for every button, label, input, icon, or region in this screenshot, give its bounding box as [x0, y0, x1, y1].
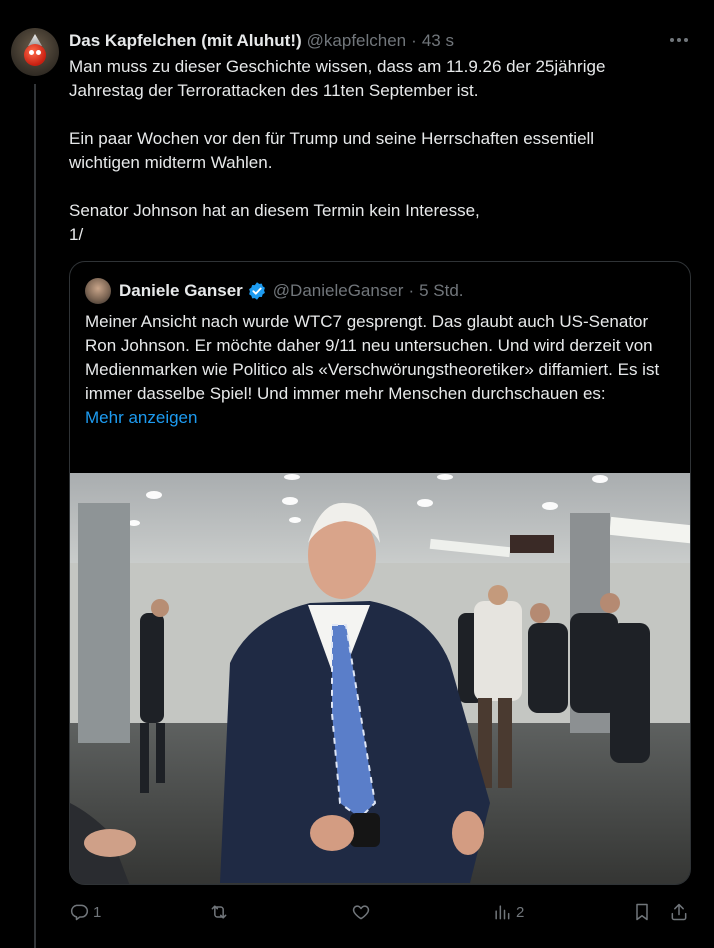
- retweet-button[interactable]: [209, 900, 233, 924]
- quoted-timestamp: 5 Std.: [419, 281, 464, 300]
- separator: ·: [411, 31, 417, 50]
- quoted-text: Meiner Ansicht nach wurde WTC7 gesprengt…: [85, 312, 660, 403]
- quoted-author-handle: @DanieleGanser: [272, 281, 404, 300]
- quoted-author-name: Daniele Ganser: [119, 281, 243, 300]
- views-count: 2: [516, 903, 525, 921]
- tweet-line: Ein paar Wochen vor den für Trump und se…: [69, 129, 595, 148]
- avatar-eye: [36, 50, 41, 55]
- quoted-avatar: [85, 278, 111, 304]
- tweet-line: Jahrestag der Terrorattacken des 11ten S…: [69, 81, 479, 100]
- like-icon: [352, 905, 370, 920]
- author-name[interactable]: Das Kapfelchen (mit Aluhut!): [69, 31, 302, 51]
- tweet-header: Das Kapfelchen (mit Aluhut!) @kapfelchen…: [69, 30, 454, 52]
- more-icon[interactable]: [668, 30, 690, 50]
- tweet-text: Man muss zu dieser Geschichte wissen, da…: [69, 55, 689, 247]
- tweet-line: Senator Johnson hat an diesem Termin kei…: [69, 201, 480, 220]
- thread-line: [34, 84, 36, 948]
- more-dot: [670, 38, 674, 42]
- avatar[interactable]: [11, 28, 59, 76]
- timestamp[interactable]: 43 s: [422, 31, 454, 51]
- reply-button[interactable]: 1: [69, 900, 101, 924]
- bookmark-button[interactable]: [632, 900, 652, 924]
- tweet-line: [69, 103, 689, 127]
- quoted-tweet-header: Daniele Ganser @DanieleGanser · 5 Std.: [85, 278, 464, 304]
- views-button[interactable]: 2: [492, 900, 524, 924]
- tweet-line: 1/: [69, 225, 84, 244]
- views-icon: [495, 905, 510, 920]
- more-dot: [677, 38, 681, 42]
- bookmark-icon: [636, 903, 648, 921]
- share-icon: [671, 903, 687, 921]
- reply-icon: [70, 904, 89, 921]
- quoted-tweet[interactable]: Daniele Ganser @DanieleGanser · 5 Std. M…: [69, 261, 691, 885]
- tweet-line: Man muss zu dieser Geschichte wissen, da…: [69, 57, 606, 76]
- retweet-icon: [211, 905, 227, 919]
- like-button[interactable]: [351, 900, 375, 924]
- avatar-face: [24, 44, 46, 66]
- verified-icon: [248, 282, 265, 300]
- show-more-link[interactable]: Mehr anzeigen: [85, 408, 197, 427]
- reply-count: 1: [93, 903, 102, 921]
- tweet-line: [69, 175, 689, 199]
- share-button[interactable]: [669, 900, 689, 924]
- tweet-line: wichtigen midterm Wahlen.: [69, 153, 273, 172]
- tweet[interactable]: Das Kapfelchen (mit Aluhut!) @kapfelchen…: [0, 0, 714, 948]
- separator: ·: [408, 281, 415, 300]
- quoted-tweet-text: Meiner Ansicht nach wurde WTC7 gesprengt…: [85, 310, 680, 430]
- action-bar: 1 2: [69, 900, 695, 924]
- avatar-eye: [29, 50, 34, 55]
- more-dot: [684, 38, 688, 42]
- author-handle[interactable]: @kapfelchen: [307, 31, 407, 51]
- quoted-photo[interactable]: [70, 473, 690, 884]
